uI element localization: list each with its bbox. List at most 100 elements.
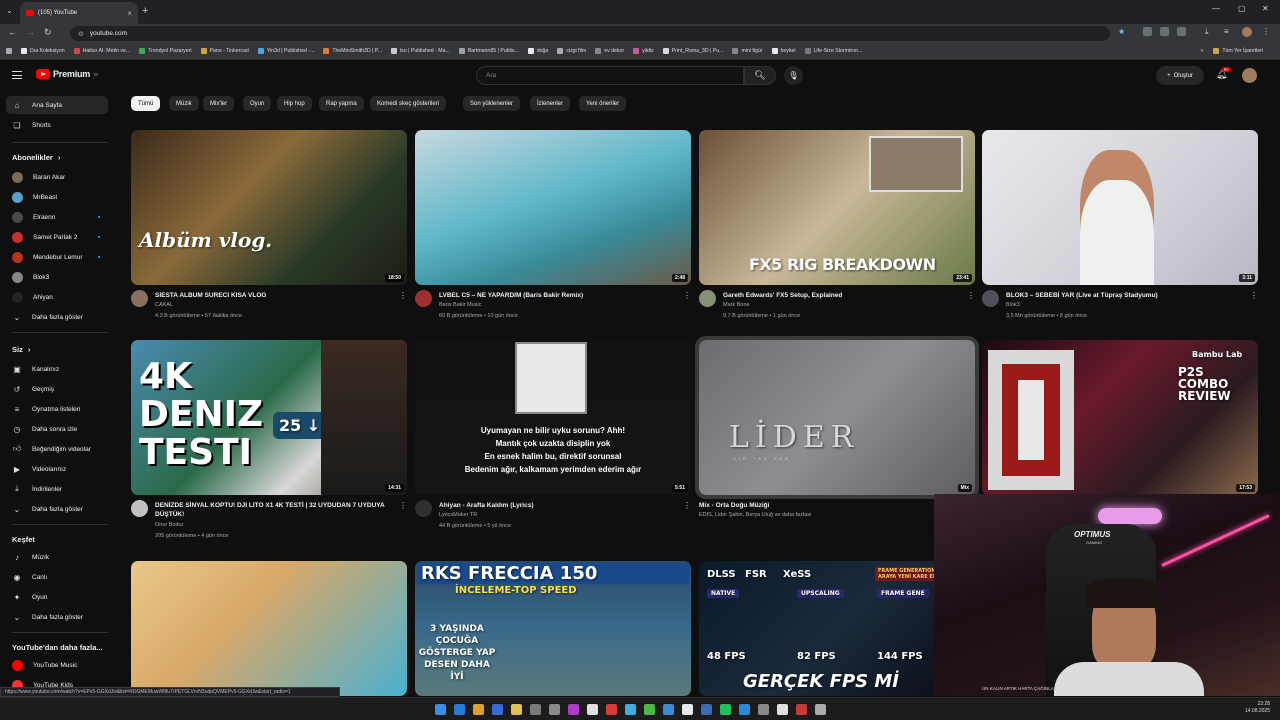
sidebar-item[interactable]: ✦ Oyun xyxy=(6,588,108,606)
back-icon[interactable]: ← xyxy=(8,27,17,37)
more-actions-icon[interactable]: ⋮ xyxy=(1250,291,1258,300)
sidebar-item[interactable]: ⌄ Daha fazla göster xyxy=(6,500,108,518)
sidebar-item[interactable]: ⌄ Daha fazla göster xyxy=(6,308,108,326)
channel-avatar[interactable] xyxy=(982,290,999,307)
video-title[interactable]: DENİZDE SİNYAL KOPTU! DJI LITO X1 4K TES… xyxy=(155,501,395,519)
sidebar-item[interactable]: ◷ Daha sonra izle xyxy=(6,420,108,438)
subscriptions-heading[interactable]: Abonelikler › xyxy=(12,153,60,162)
video-thumbnail[interactable]: P2S COMBO REVIEW Bambu Lab 17:53 xyxy=(982,340,1258,495)
sidebar-item[interactable]: ❏ Shorts xyxy=(6,116,108,134)
video-title[interactable]: Gareth Edwards' FX5 Setup, Explained xyxy=(723,291,963,300)
reading-list-icon[interactable]: ≡ xyxy=(1224,27,1229,36)
bookmark-item[interactable]: Trendyol Pazaryeri xyxy=(139,48,192,54)
sidebar-item[interactable]: Blok3 xyxy=(6,268,108,286)
bookmark-item[interactable]: Hailuo AI: Metin ve... xyxy=(73,48,130,54)
channel-name[interactable]: Mark Bone xyxy=(723,302,750,308)
taskbar-app-icon[interactable] xyxy=(739,704,750,715)
taskbar-app-icon[interactable] xyxy=(587,704,598,715)
bookmark-item[interactable]: mini figür xyxy=(732,48,763,54)
sidebar-item[interactable]: ≡ Oynatma listeleri xyxy=(6,400,108,418)
taskbar-app-icon[interactable] xyxy=(473,704,484,715)
extension-icon[interactable] xyxy=(1143,27,1152,36)
channel-avatar[interactable] xyxy=(131,500,148,517)
sidebar-item[interactable]: ◉ Canlı xyxy=(6,568,108,586)
taskbar-app-icon[interactable] xyxy=(682,704,693,715)
create-button[interactable]: + Oluştur xyxy=(1156,66,1204,85)
taskbar-app-icon[interactable] xyxy=(625,704,636,715)
taskbar-app-icon[interactable] xyxy=(511,704,522,715)
bookmark-item[interactable]: cizgi film xyxy=(557,48,586,54)
bookmark-item[interactable]: Life-Size Stormtroo... xyxy=(804,48,862,54)
channel-name[interactable]: Baris Bakir Music xyxy=(439,302,481,308)
menu-icon[interactable] xyxy=(12,71,22,79)
more-actions-icon[interactable]: ⋮ xyxy=(399,291,407,300)
channel-name[interactable]: LyricsMaker TR xyxy=(439,512,477,518)
system-clock[interactable]: 22:28 14.08.2025 xyxy=(1245,701,1270,715)
video-thumbnail[interactable]: 2:48 xyxy=(415,130,691,285)
filter-chip[interactable]: İzlenenler xyxy=(530,96,571,111)
bookmark-item[interactable]: Dıa Koleksiyon xyxy=(21,48,65,54)
sidebar-item[interactable]: ⌂ Ana Sayfa xyxy=(6,96,108,114)
new-tab-button[interactable]: + xyxy=(142,5,148,17)
account-avatar[interactable] xyxy=(1242,68,1257,83)
video-thumbnail[interactable]: LİDER DIR TEK SEN Mix xyxy=(695,336,979,499)
forward-icon[interactable]: → xyxy=(26,27,35,37)
sidebar-item[interactable]: ▶ Videolarınız xyxy=(6,460,108,478)
sidebar-item[interactable]: ⤓ İndirilenler xyxy=(6,480,108,498)
video-thumbnail[interactable]: Uyumayan ne bilir uyku sorunu? Ahh! Mantı… xyxy=(415,340,691,495)
video-thumbnail[interactable]: 3:11 xyxy=(982,130,1258,285)
apps-icon[interactable] xyxy=(6,48,12,54)
video-title[interactable]: LVBEL C5 – NE YAPARDIM (Baris Bakir Remi… xyxy=(439,291,679,300)
filter-chip[interactable]: Oyun xyxy=(243,96,272,111)
taskbar-app-icon[interactable] xyxy=(606,704,617,715)
taskbar-app-icon[interactable] xyxy=(454,704,465,715)
channel-avatar[interactable] xyxy=(131,290,148,307)
bookmark-item[interactable]: heykel xyxy=(771,48,796,54)
bookmark-item[interactable]: lso | Published - Ma... xyxy=(391,48,450,54)
browser-tab[interactable]: (105) YouTube × xyxy=(20,2,138,24)
filter-chip[interactable]: Rap yapma xyxy=(319,96,364,111)
taskbar-app-icon[interactable] xyxy=(663,704,674,715)
profile-avatar[interactable] xyxy=(1242,27,1252,37)
bookmark-item[interactable]: yildiz xyxy=(633,48,654,54)
sidebar-item[interactable]: ⌄ Daha fazla göster xyxy=(6,608,108,626)
more-actions-icon[interactable]: ⋮ xyxy=(399,501,407,510)
close-window-icon[interactable]: ✕ xyxy=(1262,4,1269,13)
more-bookmarks-icon[interactable]: » xyxy=(1200,48,1203,54)
extensions-puzzle-icon[interactable] xyxy=(1177,27,1186,36)
filter-chip[interactable]: Komedi skeç gösterileri xyxy=(370,96,447,111)
sidebar-item[interactable]: Ahiyan xyxy=(6,288,108,306)
more-actions-icon[interactable]: ⋮ xyxy=(967,291,975,300)
filter-chip[interactable]: Son yüklenenler xyxy=(463,96,521,111)
youtube-logo[interactable]: Premium TR xyxy=(36,69,98,79)
bookmark-item[interactable]: Pano - Tinkercad xyxy=(200,48,249,54)
maximize-icon[interactable]: ▢ xyxy=(1238,4,1246,13)
more-actions-icon[interactable]: ⋮ xyxy=(683,501,691,510)
channel-avatar[interactable] xyxy=(415,290,432,307)
taskbar-app-icon[interactable] xyxy=(758,704,769,715)
filter-chip[interactable]: Yeni öneriler xyxy=(579,96,627,111)
sidebar-item[interactable]: MrBeast xyxy=(6,188,108,206)
tab-list-icon[interactable]: ⌄ xyxy=(6,6,13,15)
filter-chip[interactable]: Hip hop xyxy=(277,96,312,111)
video-title[interactable]: Ahiyan - Arafta Kaldım (Lyrics) xyxy=(439,501,679,510)
sidebar-item[interactable]: Samet Parlak 2 xyxy=(6,228,108,246)
channel-avatar[interactable] xyxy=(415,500,432,517)
video-thumbnail[interactable]: Albüm vlog. 18:50 xyxy=(131,130,407,285)
taskbar-app-icon[interactable] xyxy=(530,704,541,715)
bookmark-star-icon[interactable]: ★ xyxy=(1118,27,1125,36)
site-info-icon[interactable]: ⚙ xyxy=(78,30,84,38)
channel-name[interactable]: Blok3 xyxy=(1006,302,1020,308)
video-thumbnail[interactable] xyxy=(131,561,407,696)
download-icon[interactable]: ⤓ xyxy=(1205,27,1209,37)
filter-chip[interactable]: Müzik xyxy=(169,96,199,111)
minimize-icon[interactable]: — xyxy=(1212,4,1220,13)
sidebar-item[interactable]: ▣ Kanalınız xyxy=(6,360,108,378)
bookmark-item[interactable]: ev dekor xyxy=(595,48,624,54)
taskbar-app-icon[interactable] xyxy=(815,704,826,715)
close-tab-icon[interactable]: × xyxy=(127,9,132,18)
search-button[interactable]: 🔍︎ xyxy=(744,66,776,85)
all-bookmarks-folder[interactable]: Tüm Yer İşaretleri xyxy=(1213,48,1263,54)
extension-icon[interactable] xyxy=(1160,27,1169,36)
sidebar-item[interactable]: YouTube Music xyxy=(6,656,108,674)
